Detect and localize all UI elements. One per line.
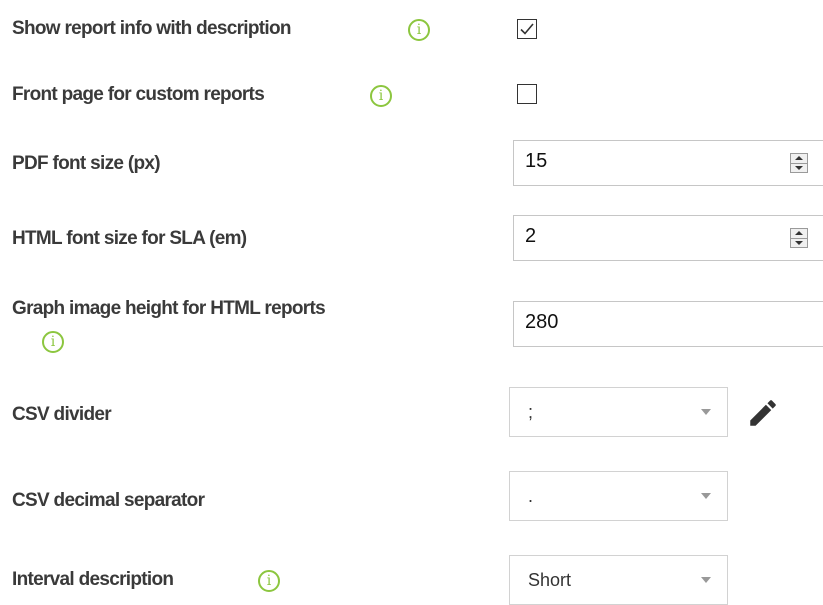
spinner-down-icon[interactable] [791, 163, 807, 172]
number-spinner[interactable] [790, 228, 808, 248]
graph-height-label: Graph image height for HTML reports [12, 298, 326, 319]
interval-description-value: Short [528, 570, 572, 590]
chevron-down-icon [701, 409, 711, 415]
csv-divider-label: CSV divider [12, 404, 112, 425]
info-icon[interactable]: i [258, 570, 280, 592]
show-report-info-checkbox[interactable] [517, 19, 537, 39]
spinner-down-icon[interactable] [791, 238, 807, 247]
pencil-icon[interactable] [746, 396, 780, 430]
interval-description-label: Interval description [12, 569, 174, 590]
pdf-font-size-value: 15 [525, 150, 548, 172]
csv-decimal-label: CSV decimal separator [12, 490, 205, 511]
pdf-font-size-input[interactable]: 15 [513, 140, 823, 186]
graph-height-value: 280 [525, 311, 559, 333]
info-icon[interactable]: i [408, 19, 430, 41]
info-icon[interactable]: i [42, 331, 64, 353]
front-page-label: Front page for custom reports [12, 84, 265, 105]
show-report-info-label: Show report info with description [12, 18, 291, 39]
csv-divider-select[interactable]: ; [509, 387, 728, 437]
csv-decimal-select[interactable]: . [509, 471, 728, 521]
csv-decimal-value: . [528, 486, 534, 506]
chevron-down-icon [701, 577, 711, 583]
front-page-checkbox[interactable] [517, 84, 537, 104]
chevron-down-icon [701, 493, 711, 499]
csv-divider-value: ; [528, 402, 534, 422]
checkmark-icon [520, 23, 534, 35]
html-font-size-label: HTML font size for SLA (em) [12, 228, 247, 249]
html-font-size-value: 2 [525, 225, 537, 247]
interval-description-select[interactable]: Short [509, 555, 728, 605]
number-spinner[interactable] [790, 153, 808, 173]
info-icon[interactable]: i [370, 85, 392, 107]
graph-height-input[interactable]: 280 [513, 301, 823, 347]
html-font-size-input[interactable]: 2 [513, 215, 823, 261]
pdf-font-size-label: PDF font size (px) [12, 153, 161, 174]
